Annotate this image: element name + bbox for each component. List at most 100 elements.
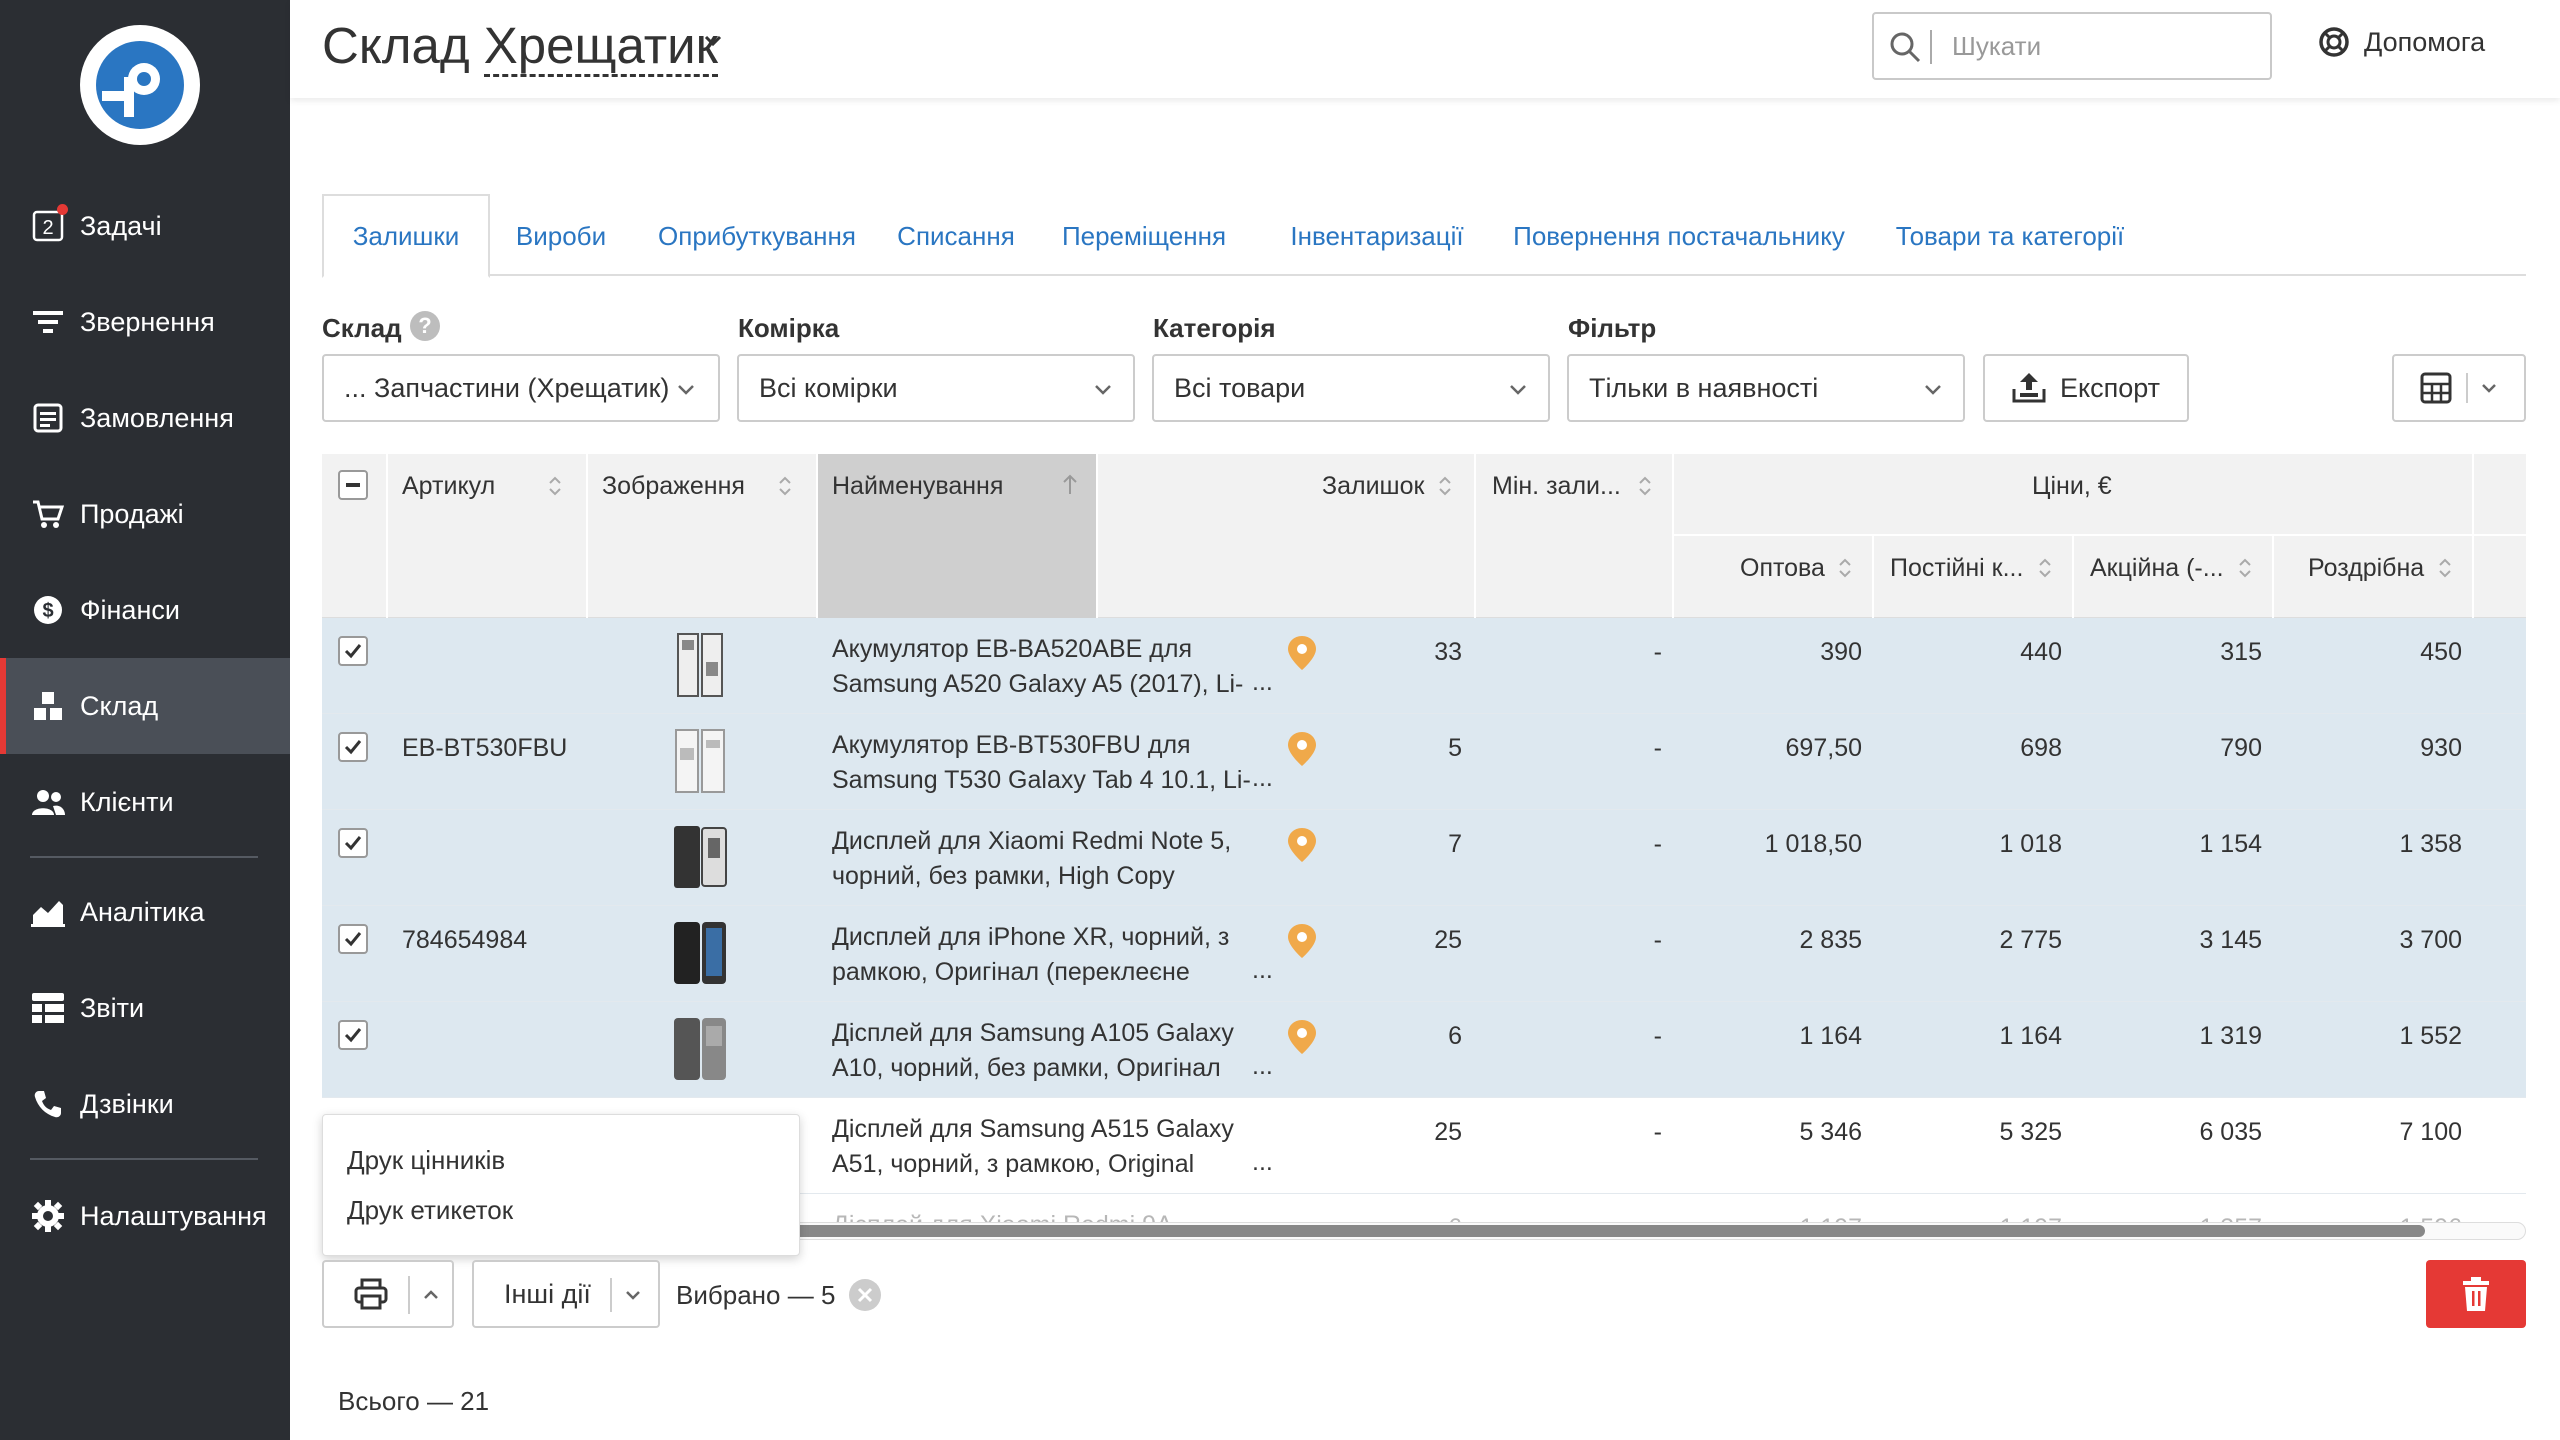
cell-name[interactable]: Дісплей для Samsung A515 Galaxy A51, чор… <box>832 1112 1262 1182</box>
location-pin-icon[interactable] <box>1288 828 1316 862</box>
chevron-down-icon[interactable] <box>624 1286 642 1304</box>
menu-item-print-labels[interactable]: Друк етикеток <box>347 1195 513 1226</box>
table-row[interactable]: Дісплей для Samsung A105 Galaxy A10, чор… <box>322 1002 2526 1098</box>
sort-icon[interactable] <box>548 474 562 498</box>
header-regular[interactable]: Постійні к... <box>1890 554 2023 583</box>
product-thumbnail[interactable] <box>670 1016 730 1082</box>
stock-filter-select[interactable]: Тільки в наявності <box>1567 354 1965 422</box>
help-link[interactable]: Допомога <box>2318 26 2485 58</box>
row-checkbox[interactable] <box>338 924 368 954</box>
tab-supplier-returns[interactable]: Повернення постачальнику <box>1496 194 1862 278</box>
other-actions-button[interactable]: Інші дії <box>472 1260 660 1328</box>
chevron-down-icon <box>2482 384 2496 393</box>
cell-name[interactable]: Дисплей для Xiaomi Redmi Note 5, чорний,… <box>832 824 1262 894</box>
product-thumbnail[interactable] <box>670 920 730 986</box>
sidebar-item-analytics[interactable]: Аналітика <box>0 864 290 960</box>
location-pin-icon[interactable] <box>1288 636 1316 670</box>
table-row[interactable]: Акумулятор EB-BA520ABE для Samsung A520 … <box>322 618 2526 714</box>
sidebar-item-tasks[interactable]: 2 Задачі <box>0 178 290 274</box>
warehouse-name[interactable]: Хрещатик <box>483 17 718 77</box>
tab-stock[interactable]: Залишки <box>322 194 490 278</box>
header-article[interactable]: Артикул <box>402 472 495 501</box>
category-filter-label: Категорія <box>1153 313 1276 343</box>
header-promo[interactable]: Акційна (-... <box>2090 554 2224 583</box>
category-select[interactable]: Всі товари <box>1152 354 1550 422</box>
button-divider <box>2466 373 2468 403</box>
header-wholesale[interactable]: Оптова <box>1740 554 1825 583</box>
location-pin-icon[interactable] <box>1288 924 1316 958</box>
cell-name[interactable]: Дісплей для Samsung A105 Galaxy A10, чор… <box>832 1016 1262 1086</box>
search-input[interactable] <box>1952 26 2252 66</box>
header-min-stock[interactable]: Мін. зали... <box>1492 472 1621 501</box>
cell-name[interactable]: Акумулятор EB-BT530FBU для Samsung T530 … <box>832 728 1262 798</box>
cell-stock: 33 <box>1434 638 1462 666</box>
cell-name[interactable]: Акумулятор EB-BA520ABE для Samsung A520 … <box>832 632 1262 702</box>
sidebar-item-reports[interactable]: Звіти <box>0 960 290 1056</box>
sort-icon[interactable] <box>1838 556 1852 580</box>
product-thumbnail[interactable] <box>670 824 730 890</box>
sidebar-item-clients[interactable]: Клієнти <box>0 754 290 850</box>
export-button[interactable]: Експорт <box>1983 354 2189 422</box>
row-checkbox[interactable] <box>338 636 368 666</box>
sidebar-item-finance[interactable]: $ Фінанси <box>0 562 290 658</box>
cell-select[interactable]: Всі комірки <box>737 354 1135 422</box>
sort-ascending-icon[interactable] <box>1062 472 1078 498</box>
tab-write-offs[interactable]: Списання <box>882 194 1030 278</box>
sidebar-item-orders[interactable]: Замовлення <box>0 370 290 466</box>
sort-icon[interactable] <box>2238 556 2252 580</box>
delete-button[interactable] <box>2426 1260 2526 1328</box>
sidebar-item-warehouse[interactable]: Склад <box>0 658 290 754</box>
col-separator <box>2472 454 2474 618</box>
sidebar-item-sales[interactable]: Продажі <box>0 466 290 562</box>
sidebar-item-settings[interactable]: Налаштування <box>0 1168 290 1264</box>
chevron-down-icon[interactable] <box>702 30 724 52</box>
clear-selection-icon[interactable] <box>848 1278 882 1312</box>
sort-icon[interactable] <box>2038 556 2052 580</box>
cell-name[interactable]: Дисплей для iPhone XR, чорний, з рамкою,… <box>832 920 1262 990</box>
cell-wholesale: 390 <box>1820 638 1862 666</box>
tab-goods-categories[interactable]: Товари та категорії <box>1862 194 2158 278</box>
clients-icon <box>30 784 66 820</box>
sort-icon[interactable] <box>1638 474 1652 498</box>
table-row[interactable]: Дисплей для Xiaomi Redmi Note 5, чорний,… <box>322 810 2526 906</box>
menu-item-print-price-tags[interactable]: Друк цінників <box>347 1145 505 1176</box>
printer-icon <box>354 1278 388 1310</box>
header-retail[interactable]: Роздрібна <box>2308 554 2424 583</box>
notification-dot <box>57 204 68 215</box>
tab-products[interactable]: Вироби <box>490 194 632 278</box>
orders-icon <box>30 400 66 436</box>
help-question-icon[interactable]: ? <box>410 311 440 341</box>
table-row[interactable]: 784654984 Дисплей для iPhone XR, чорний,… <box>322 906 2526 1002</box>
row-checkbox[interactable] <box>338 828 368 858</box>
sidebar-item-calls[interactable]: Дзвінки <box>0 1056 290 1152</box>
cell-promo: 315 <box>2220 638 2262 666</box>
header-stock[interactable]: Залишок <box>1322 472 1424 501</box>
chevron-up-icon[interactable] <box>422 1286 440 1304</box>
cell-stock: 25 <box>1434 1118 1462 1146</box>
column-settings-button[interactable] <box>2392 354 2526 422</box>
product-thumbnail[interactable] <box>670 632 730 698</box>
tab-inventory[interactable]: Інвентаризації <box>1258 194 1496 278</box>
sort-icon[interactable] <box>1438 474 1452 498</box>
select-all-checkbox[interactable] <box>338 470 368 500</box>
tab-transfers[interactable]: Переміщення <box>1030 194 1258 278</box>
location-pin-icon[interactable] <box>1288 1020 1316 1054</box>
header-image[interactable]: Зображення <box>602 472 745 501</box>
row-checkbox[interactable] <box>338 732 368 762</box>
sort-icon[interactable] <box>778 474 792 498</box>
cell-promo: 1 319 <box>2199 1022 2262 1050</box>
sidebar-item-requests[interactable]: Звернення <box>0 274 290 370</box>
table-row[interactable]: EB-BT530FBU Акумулятор EB-BT530FBU для S… <box>322 714 2526 810</box>
print-button[interactable] <box>322 1260 454 1328</box>
header-name[interactable]: Найменування <box>832 472 1003 501</box>
search-box[interactable] <box>1872 12 2272 80</box>
app-logo[interactable] <box>80 25 200 145</box>
location-pin-icon[interactable] <box>1288 732 1316 766</box>
row-checkbox[interactable] <box>338 1020 368 1050</box>
warehouse-select[interactable]: ... Запчастини (Хрещатик) <box>322 354 720 422</box>
page-title[interactable]: Склад Хрещатик <box>322 16 718 77</box>
product-thumbnail[interactable] <box>670 728 730 794</box>
tab-receipts[interactable]: Оприбуткування <box>632 194 882 278</box>
sort-icon[interactable] <box>2438 556 2452 580</box>
dollar-icon: $ <box>30 592 66 628</box>
